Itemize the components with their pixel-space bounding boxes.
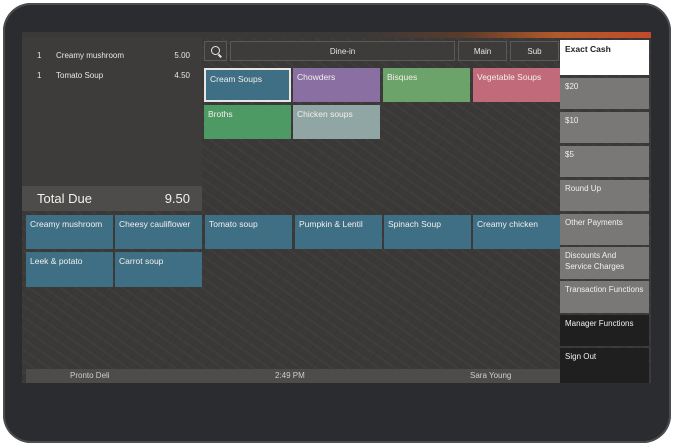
item-creamy-mushroom[interactable]: Creamy mushroom [26,215,113,249]
item-carrot-soup[interactable]: Carrot soup [115,252,202,287]
category-chowders[interactable]: Chowders [293,68,380,102]
main-menu-button[interactable]: Main [458,41,507,61]
item-pumpkin-lentil[interactable]: Pumpkin & Lentil [295,215,382,249]
pay-20-button[interactable]: $20 [560,78,649,109]
order-line-qty: 1 [37,51,42,60]
user-name: Sara Young [470,371,512,380]
order-line-name: Tomato Soup [56,71,104,80]
other-payments-button[interactable]: Other Payments [560,214,649,245]
clock: 2:49 PM [275,371,305,380]
order-line-price: 5.00 [174,51,190,60]
pos-screen: 1 Creamy mushroom 5.00 1 Tomato Soup 4.5… [22,38,651,383]
order-line-qty: 1 [37,71,42,80]
order-line-price: 4.50 [174,71,190,80]
item-cheesy-cauliflower[interactable]: Cheesy cauliflower [115,215,202,249]
item-creamy-chicken[interactable]: Creamy chicken [473,215,560,249]
discounts-button[interactable]: Discounts And Service Charges [560,247,649,279]
order-panel: 1 Creamy mushroom 5.00 1 Tomato Soup 4.5… [22,38,202,211]
status-bar: Pronto Deli 2:49 PM Sara Young [26,369,560,383]
pay-5-button[interactable]: $5 [560,146,649,177]
category-cream-soups[interactable]: Cream Soups [204,68,291,102]
item-spinach-soup[interactable]: Spinach Soup [384,215,471,249]
transaction-functions-button[interactable]: Transaction Functions [560,281,649,313]
order-type-button[interactable]: Dine-in [230,41,455,61]
category-chicken-soups[interactable]: Chicken soups [293,105,380,139]
total-due-value: 9.50 [164,191,190,206]
item-leek-potato[interactable]: Leek & potato [26,252,113,287]
round-up-button[interactable]: Round Up [560,180,649,211]
search-button[interactable] [204,41,227,61]
item-tomato-soup[interactable]: Tomato soup [205,215,292,249]
sign-out-button[interactable]: Sign Out [560,348,649,383]
order-line-name: Creamy mushroom [56,51,125,60]
category-bisques[interactable]: Bisques [383,68,470,102]
location-name: Pronto Deli [70,371,110,380]
sub-menu-button[interactable]: Sub [510,41,559,61]
category-broths[interactable]: Broths [204,105,291,139]
manager-functions-button[interactable]: Manager Functions [560,315,649,346]
order-line[interactable]: 1 Creamy mushroom 5.00 [22,47,202,63]
pay-10-button[interactable]: $10 [560,112,649,143]
category-vegetable-soups[interactable]: Vegetable Soups [473,68,560,102]
search-icon [211,46,220,55]
total-due: Total Due 9.50 [22,186,202,211]
total-due-label: Total Due [37,191,92,206]
order-line[interactable]: 1 Tomato Soup 4.50 [22,67,202,83]
exact-cash-button[interactable]: Exact Cash [560,40,649,75]
